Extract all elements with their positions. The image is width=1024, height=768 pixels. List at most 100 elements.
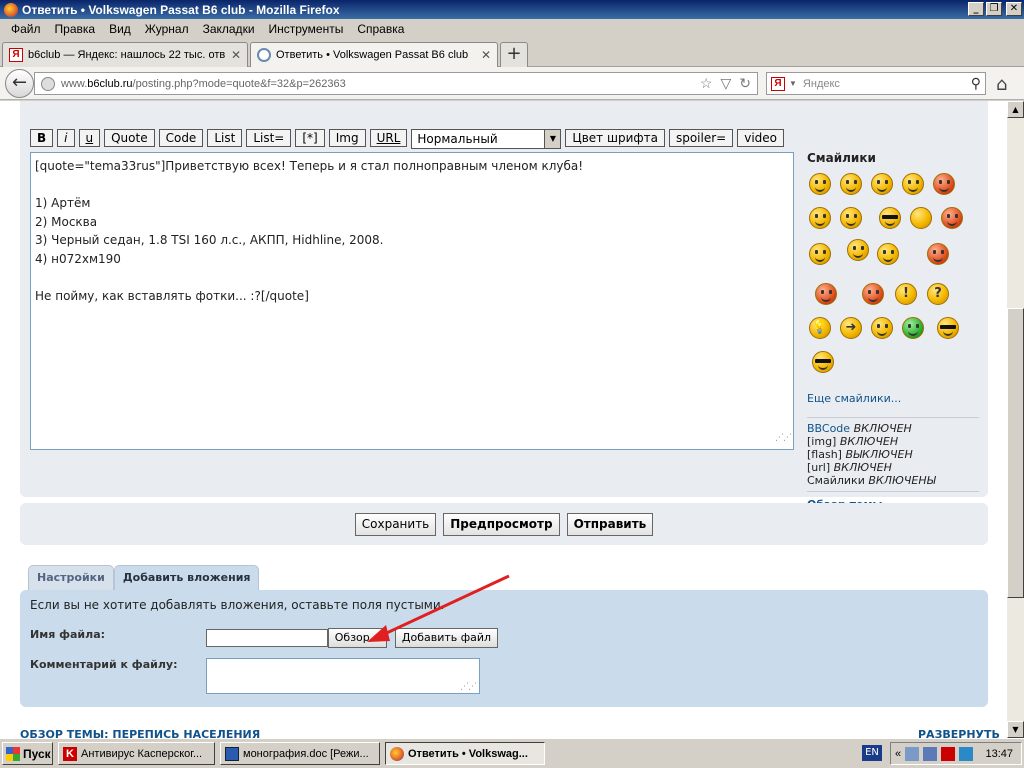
- close-window-button[interactable]: ✕: [1006, 2, 1022, 16]
- search-engine-dropdown-icon[interactable]: ▼: [789, 79, 797, 88]
- smiley-green-icon[interactable]: [902, 317, 924, 339]
- smiley-shout-icon[interactable]: [933, 173, 955, 195]
- smiley-blank-icon[interactable]: [910, 207, 932, 229]
- bold-button[interactable]: B: [30, 129, 54, 147]
- smiley-mad-icon[interactable]: [941, 207, 963, 229]
- quote-button[interactable]: Quote: [104, 129, 155, 147]
- smiley-smile-icon[interactable]: [840, 173, 862, 195]
- browse-button[interactable]: Обзор...: [328, 628, 387, 648]
- tab-close-icon[interactable]: ✕: [231, 48, 241, 62]
- add-file-button[interactable]: Добавить файл: [395, 628, 498, 648]
- scroll-thumb[interactable]: [1007, 308, 1024, 598]
- underline-button[interactable]: u: [78, 129, 101, 147]
- submit-button[interactable]: Отправить: [566, 512, 654, 536]
- smiley-evil-icon[interactable]: [815, 283, 837, 305]
- status-name[interactable]: BBCode: [807, 422, 850, 435]
- back-button[interactable]: ←: [5, 69, 34, 98]
- font-size-select[interactable]: Нормальный ▼: [411, 129, 562, 149]
- menu-help[interactable]: Справка: [350, 22, 411, 36]
- smiley-idea-icon[interactable]: 💡: [809, 317, 831, 339]
- yandex-engine-icon[interactable]: Я: [771, 76, 785, 91]
- file-input[interactable]: [206, 629, 328, 647]
- smiley-wink-icon[interactable]: [847, 239, 869, 261]
- smiley-exclaim-icon[interactable]: !: [895, 283, 917, 305]
- scroll-up-icon[interactable]: ▲: [1007, 101, 1024, 118]
- italic-button[interactable]: i: [57, 129, 75, 147]
- code-button[interactable]: Code: [158, 129, 204, 147]
- search-bar[interactable]: Я ▼ Яндекс ⚲: [766, 72, 986, 95]
- menu-file[interactable]: Файл: [4, 22, 48, 36]
- bbcode-toolbar: B i u Quote Code List List= [*] Img URL …: [30, 129, 784, 149]
- tab-close-icon[interactable]: ✕: [481, 48, 491, 62]
- menu-edit[interactable]: Правка: [48, 22, 103, 36]
- maximize-button[interactable]: ❐: [986, 2, 1002, 16]
- smiley-sad-icon[interactable]: [902, 173, 924, 195]
- font-color-button[interactable]: Цвет шрифта: [565, 129, 665, 147]
- smiley-grin-icon[interactable]: [809, 173, 831, 195]
- taskbar-item-kaspersky[interactable]: K Антивирус Касперског...: [58, 742, 215, 765]
- ordered-list-button[interactable]: List=: [246, 129, 292, 147]
- window-title-bar: Ответить • Volkswagen Passat B6 club - M…: [0, 0, 1024, 19]
- smiley-cry-icon[interactable]: [877, 243, 899, 265]
- new-tab-button[interactable]: +: [500, 42, 528, 67]
- language-indicator[interactable]: EN: [862, 745, 882, 761]
- smiley-cool2-icon[interactable]: [812, 351, 834, 373]
- resize-grip-icon[interactable]: ⋰⋰: [460, 682, 477, 692]
- video-button[interactable]: video: [737, 129, 784, 147]
- smiley-shades-icon[interactable]: [937, 317, 959, 339]
- home-icon[interactable]: ⌂: [996, 74, 1007, 95]
- taskbar-item-firefox[interactable]: Ответить • Volkswag...: [385, 742, 545, 765]
- display-icon[interactable]: [923, 746, 938, 761]
- smiley-happy-icon[interactable]: [871, 173, 893, 195]
- tab-label: b6club — Яндекс: нашлось 22 тыс. отв...: [28, 49, 225, 61]
- menu-tools[interactable]: Инструменты: [262, 22, 351, 36]
- tab-strip: Я b6club — Яндекс: нашлось 22 тыс. отв..…: [0, 39, 1024, 67]
- bookmark-star-icon[interactable]: ☆: [700, 75, 713, 92]
- url-button[interactable]: URL: [369, 129, 408, 147]
- taskbar-item-word[interactable]: монография.doc [Режи...: [220, 742, 380, 765]
- smiley-lol-icon[interactable]: [809, 243, 831, 265]
- tab-add-attachments[interactable]: Добавить вложения: [113, 565, 260, 591]
- menu-view[interactable]: Вид: [102, 22, 138, 36]
- message-line: 1) Артём: [35, 196, 91, 210]
- tab-settings[interactable]: Настройки: [28, 565, 114, 591]
- reload-icon[interactable]: ↻: [739, 75, 751, 92]
- list-item-button[interactable]: [*]: [295, 129, 325, 147]
- file-comment-textarea[interactable]: ⋰⋰: [206, 658, 480, 694]
- url-bar[interactable]: www. b6club.ru/posting.php?mode=quote&f=3…: [34, 72, 758, 95]
- smiley-razz-icon[interactable]: [871, 317, 893, 339]
- smiley-question-icon[interactable]: ?: [927, 283, 949, 305]
- messenger-tray-icon[interactable]: [959, 746, 974, 761]
- smiley-twisted-icon[interactable]: [927, 243, 949, 265]
- save-button[interactable]: Сохранить: [354, 512, 437, 536]
- preview-button[interactable]: Предпросмотр: [443, 512, 560, 536]
- url-dropdown-icon[interactable]: ▽: [720, 75, 731, 92]
- more-smilies-link[interactable]: Еще смайлики...: [807, 392, 979, 405]
- smiley-think-icon[interactable]: [862, 283, 884, 305]
- network-icon[interactable]: [905, 746, 920, 761]
- expand-link[interactable]: РАЗВЕРНУТЬ: [918, 728, 1000, 738]
- kaspersky-tray-icon[interactable]: [941, 746, 956, 761]
- spoiler-button[interactable]: spoiler=: [668, 129, 734, 147]
- menu-history[interactable]: Журнал: [138, 22, 196, 36]
- img-button[interactable]: Img: [328, 129, 366, 147]
- menu-bookmarks[interactable]: Закладки: [196, 22, 262, 36]
- search-icon[interactable]: ⚲: [971, 75, 981, 92]
- smiley-cool-icon[interactable]: [879, 207, 901, 229]
- start-button[interactable]: Пуск: [2, 742, 53, 765]
- smiley-arrow-icon[interactable]: ➜: [840, 317, 862, 339]
- scroll-down-icon[interactable]: ▼: [1007, 721, 1024, 738]
- search-input[interactable]: Яндекс: [803, 78, 840, 90]
- smiley-surprised-icon[interactable]: [809, 207, 831, 229]
- list-button[interactable]: List: [207, 129, 243, 147]
- minimize-button[interactable]: _: [968, 2, 984, 16]
- smiley-neutral-icon[interactable]: [840, 207, 862, 229]
- vertical-scrollbar[interactable]: ▲ ▼: [1007, 101, 1024, 738]
- topic-review-heading[interactable]: ОБЗОР ТЕМЫ: ПЕРЕПИСЬ НАСЕЛЕНИЯ: [20, 728, 260, 738]
- message-line: 3) Черный седан, 1.8 TSI 160 л.с., АКПП,…: [35, 233, 384, 247]
- tray-expand-icon[interactable]: «: [895, 748, 901, 760]
- message-textarea[interactable]: [quote="tema33rus"]Приветствую всех! Теп…: [30, 152, 794, 450]
- tab-yandex-search[interactable]: Я b6club — Яндекс: нашлось 22 тыс. отв..…: [2, 42, 248, 67]
- resize-grip-icon[interactable]: ⋰⋰: [775, 429, 792, 448]
- tab-reply-post[interactable]: Ответить • Volkswagen Passat B6 club ✕: [250, 42, 498, 67]
